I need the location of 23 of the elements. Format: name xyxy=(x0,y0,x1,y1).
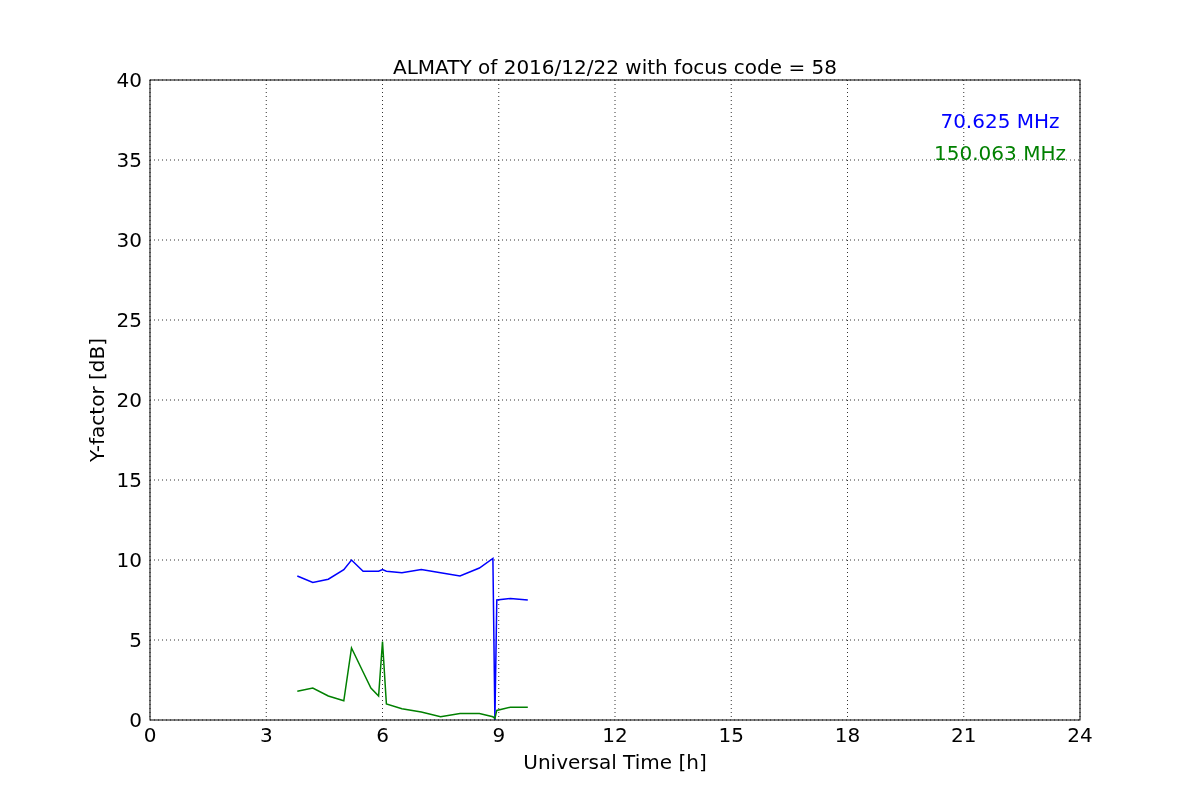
tick-label: 9 xyxy=(492,723,506,747)
tick-label: 24 xyxy=(1067,723,1093,747)
tick-label: 21 xyxy=(951,723,977,747)
tick-label: 25 xyxy=(116,308,142,332)
tick-label: 20 xyxy=(116,388,142,412)
tick-label: 3 xyxy=(259,723,273,747)
tick-label: 12 xyxy=(602,723,628,747)
tick-label: 30 xyxy=(116,228,142,252)
tick-label: 6 xyxy=(376,723,389,747)
tick-label: 35 xyxy=(116,148,142,172)
tick-label: 18 xyxy=(834,723,861,747)
y-axis-label: Y-factor [dB] xyxy=(85,338,109,462)
tick-label: 40 xyxy=(116,68,142,92)
tick-label: 10 xyxy=(116,548,142,572)
tick-label: 15 xyxy=(718,723,744,747)
x-axis-label: Universal Time [h] xyxy=(523,750,707,774)
tick-label: 0 xyxy=(129,708,142,732)
legend-label: 150.063 MHz xyxy=(934,141,1066,165)
chart-title: ALMATY of 2016/12/22 with focus code = 58 xyxy=(393,55,837,79)
tick-label: 5 xyxy=(129,628,142,652)
legend-label: 70.625 MHz xyxy=(940,109,1060,133)
tick-label: 0 xyxy=(143,723,157,747)
tick-label: 15 xyxy=(116,468,142,492)
